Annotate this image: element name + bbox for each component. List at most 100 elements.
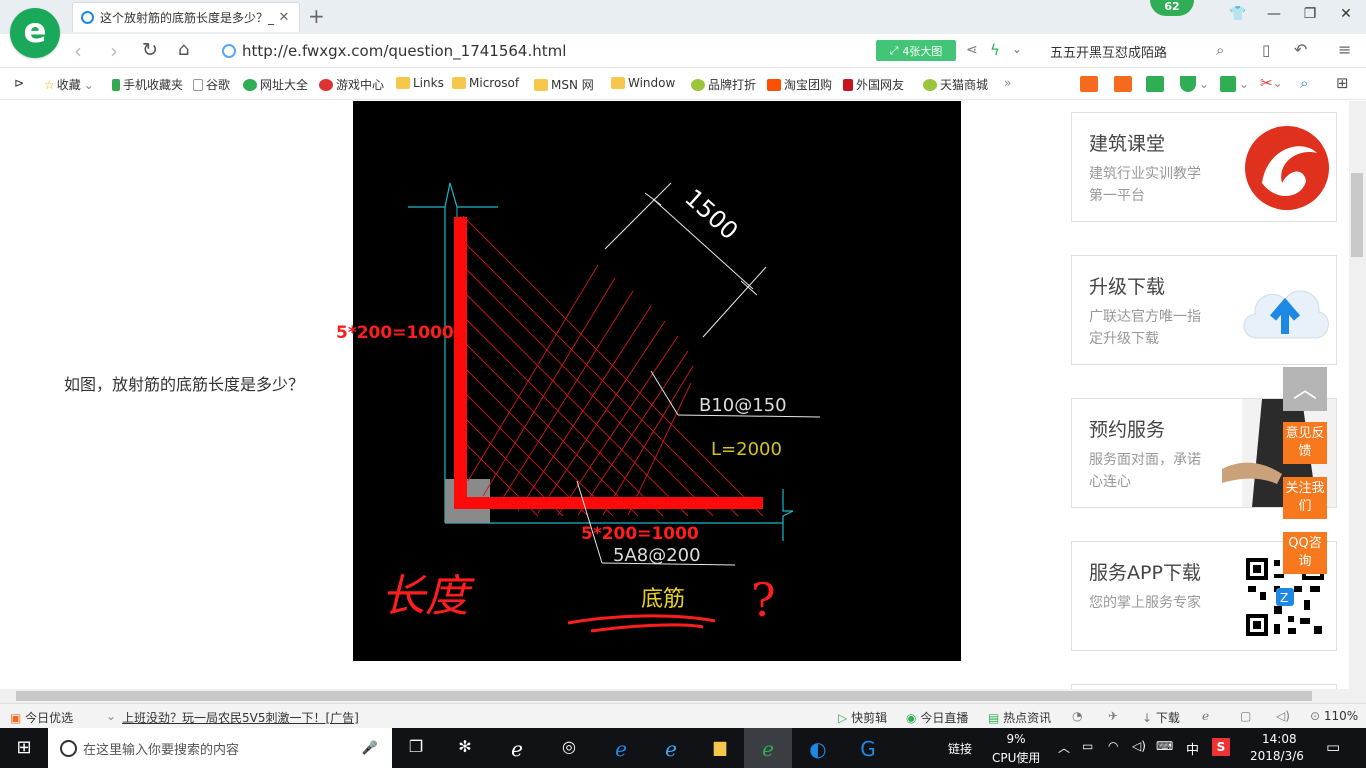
link-label[interactable]: 链接 xyxy=(948,740,972,757)
follow-us-button[interactable]: 关注我们 xyxy=(1283,477,1327,519)
window-icon[interactable]: ▢ xyxy=(1240,709,1251,723)
ie-icon[interactable]: ℯ xyxy=(659,737,683,761)
battery-icon[interactable]: ▭ xyxy=(1082,739,1093,753)
microphone-icon[interactable]: 🎤 xyxy=(362,741,378,756)
chevron-down-icon[interactable]: ⌄ xyxy=(1012,42,1022,56)
wifi-icon[interactable]: ◠ xyxy=(1108,739,1118,753)
vertical-scroll-thumb[interactable] xyxy=(1351,173,1363,257)
news-item[interactable]: ▤ 热点资讯 xyxy=(988,709,1051,726)
reload-icon[interactable]: ↻ xyxy=(142,39,158,61)
big-image-button[interactable]: ⤢ 4张大图 xyxy=(876,40,956,61)
ad-link[interactable]: 上班没劲？玩一局农民5V5刺激一下！[广告] xyxy=(122,709,359,726)
glodon-logo-icon xyxy=(1245,126,1329,210)
cortana-icon xyxy=(60,739,77,757)
notification-badge[interactable]: 62 xyxy=(1150,0,1194,16)
qq-consult-button[interactable]: QQ咨询 xyxy=(1283,532,1327,574)
volume-icon[interactable]: ◁) xyxy=(1276,709,1290,723)
search-input[interactable]: 五五开黑互怼成陌路 xyxy=(1042,37,1242,65)
download-item[interactable]: ↓ 下载 xyxy=(1142,709,1180,726)
close-tab-icon[interactable]: ✕ xyxy=(277,10,291,25)
feedback-button[interactable]: 意见反馈 xyxy=(1283,422,1327,464)
file-explorer-icon[interactable]: ▆ xyxy=(708,737,732,759)
home-icon[interactable]: ⌂ xyxy=(178,39,189,60)
bookmark-item[interactable]: Microsof xyxy=(452,76,519,90)
bookmark-item[interactable]: 游戏中心 xyxy=(319,76,384,93)
bookmark-item[interactable]: 品牌打折 xyxy=(691,76,756,93)
translate-icon[interactable]: ⌄ xyxy=(1220,76,1249,92)
sidebar-toggle-icon[interactable]: ⊳ xyxy=(14,76,24,90)
bookmark-item[interactable]: 网址大全 xyxy=(243,76,308,93)
card-title: 建筑课堂 xyxy=(1089,133,1166,155)
undo-icon[interactable]: ↶ xyxy=(1294,40,1307,59)
card-jianzhu[interactable]: 建筑课堂 建筑行业实训教学第一平台 xyxy=(1071,112,1337,222)
bookmark-item[interactable]: 外国网友 xyxy=(843,76,904,93)
mobile-icon[interactable]: ▯ xyxy=(1262,41,1270,59)
vertical-scrollbar[interactable] xyxy=(1349,101,1366,689)
show-hidden-icons[interactable]: ︿ xyxy=(1058,739,1070,756)
keyboard-icon[interactable]: ⌨ xyxy=(1156,739,1173,753)
menu-icon[interactable]: ≡ xyxy=(1338,40,1351,59)
share-icon[interactable]: ⋖ xyxy=(966,42,978,58)
horizontal-scrollbar[interactable] xyxy=(0,689,1366,703)
pin-icon[interactable]: ✈ xyxy=(1108,709,1118,723)
taskbar-search-input[interactable]: 在这里输入你要搜索的内容 🎤 xyxy=(48,728,392,768)
bookmark-item[interactable]: 天猫商城 xyxy=(923,76,988,93)
bookmark-item[interactable]: ☆ 收藏 ⌄ xyxy=(44,76,94,93)
chevron-down-icon[interactable]: ⌄ xyxy=(106,709,116,723)
notification-icon[interactable]: ▭ xyxy=(1326,738,1340,756)
close-window-button[interactable]: ✕ xyxy=(1336,6,1356,22)
minimize-button[interactable]: — xyxy=(1264,6,1284,22)
ime-indicator[interactable]: 中 xyxy=(1186,739,1199,758)
back-to-top-button[interactable]: ︿ xyxy=(1283,367,1327,411)
back-icon[interactable]: ‹ xyxy=(74,39,82,63)
tv-icon[interactable] xyxy=(1080,76,1101,92)
book-icon[interactable] xyxy=(1146,76,1167,92)
task-view-icon[interactable]: ❐ xyxy=(404,737,428,759)
horizontal-scroll-thumb[interactable] xyxy=(16,691,1312,701)
today-pick[interactable]: ▣ 今日优选 xyxy=(10,709,73,726)
new-tab-button[interactable]: + xyxy=(308,4,325,28)
windows-start-icon[interactable]: ⊞ xyxy=(12,737,36,759)
status-bar: ▣ 今日优选 ⌄ 上班没劲？玩一局农民5V5刺激一下！[广告] ▷ 快剪辑 ◉ … xyxy=(0,703,1366,728)
app-g-icon[interactable]: G xyxy=(856,737,880,761)
discount-icon[interactable] xyxy=(1114,76,1135,92)
site-info-icon[interactable] xyxy=(222,44,236,58)
sogou-icon[interactable]: S xyxy=(1212,738,1230,756)
maximize-button[interactable]: ❐ xyxy=(1300,6,1320,22)
url-text[interactable]: http://e.fwxgx.com/question_1741564.html xyxy=(242,42,566,60)
bookmark-item[interactable]: 谷歌 xyxy=(193,76,230,93)
browser-e-icon[interactable]: ℯ xyxy=(505,737,529,761)
apps-grid-icon[interactable]: ⊞ xyxy=(1336,74,1349,92)
live-item[interactable]: ◉ 今日直播 xyxy=(906,709,968,726)
quick-edit-item[interactable]: ▷ 快剪辑 xyxy=(838,709,887,726)
clock-date[interactable]: 2018/3/6 xyxy=(1250,749,1304,763)
fan-app-icon[interactable]: ✻ xyxy=(453,737,477,759)
edge-icon[interactable]: ℯ xyxy=(609,737,633,761)
browser-logo-icon[interactable]: e xyxy=(10,8,60,58)
card-subtitle: 您的掌上服务专家 xyxy=(1089,595,1201,611)
more-bookmarks-icon[interactable]: » xyxy=(1004,76,1011,90)
search-text: 五五开黑互怼成陌路 xyxy=(1050,45,1168,61)
bookmark-item[interactable]: 淘宝团购 xyxy=(767,76,832,93)
browser-tab[interactable]: 这个放射筋的底筋长度是多少？_ ✕ xyxy=(72,2,300,32)
spiral-app-icon[interactable]: ◎ xyxy=(557,737,581,759)
shield-icon[interactable]: ⌄ xyxy=(1180,76,1209,92)
forward-icon[interactable]: › xyxy=(110,39,118,63)
volume-tray-icon[interactable]: ◁) xyxy=(1132,739,1146,753)
scissors-icon[interactable]: ✂ ⌄ xyxy=(1260,74,1283,92)
bookmark-item[interactable]: Window xyxy=(611,76,675,90)
clock-time[interactable]: 14:08 xyxy=(1262,732,1297,746)
find-icon[interactable]: ⌕ xyxy=(1300,74,1308,92)
app-c-icon[interactable]: ◐ xyxy=(806,737,830,761)
bookmark-item[interactable]: MSN 网 xyxy=(534,76,594,93)
search-icon[interactable]: ⌕ xyxy=(1216,41,1224,59)
card-upgrade[interactable]: 升级下载 广联达官方唯一指定升级下载 xyxy=(1071,255,1337,365)
shirt-skin-icon[interactable]: 👕 xyxy=(1228,6,1248,22)
bookmark-item[interactable]: Links xyxy=(396,76,444,90)
zoom-level[interactable]: ⊙ 110% xyxy=(1310,709,1358,723)
lightning-icon[interactable]: ϟ xyxy=(990,41,1000,59)
bookmark-item[interactable]: 手机收藏夹 xyxy=(112,76,183,93)
speed-icon[interactable]: ◔ xyxy=(1072,709,1082,723)
ie-mode-icon[interactable]: ℯ xyxy=(1202,709,1209,723)
browser-active-icon[interactable]: ℯ xyxy=(756,737,780,761)
